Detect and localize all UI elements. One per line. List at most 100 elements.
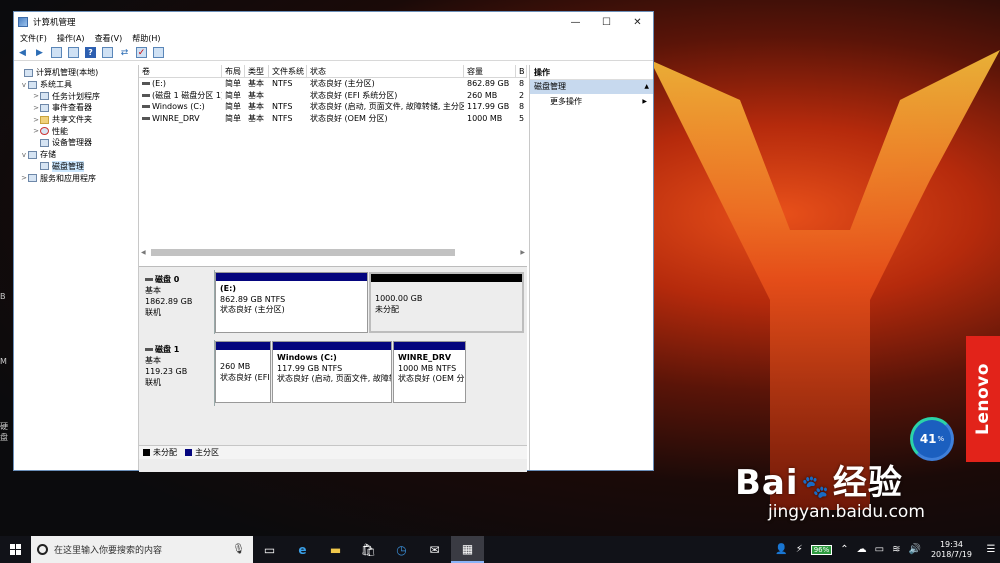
menu-help[interactable]: 帮助(H) — [132, 33, 160, 44]
tree-expander[interactable]: > — [32, 127, 40, 135]
tree-node-device-manager[interactable]: 设备管理器 — [14, 137, 138, 149]
tree-expander[interactable]: > — [32, 104, 40, 112]
clock-app-icon[interactable]: ◷ — [385, 536, 418, 563]
cortana-icon[interactable] — [37, 544, 48, 555]
wifi-icon[interactable]: ≋ — [892, 544, 900, 555]
tree-label: 服务和应用程序 — [40, 173, 96, 183]
table-row[interactable]: (E:) 简单 基本 NTFS 状态良好 (主分区) 862.89 GB 8 — [139, 78, 527, 90]
scroll-left-icon[interactable]: ◀ — [141, 249, 146, 256]
unallocated-swatch — [143, 449, 150, 456]
notifications-icon[interactable]: ☰ — [982, 544, 1000, 555]
network-icon[interactable]: ▭ — [875, 544, 884, 555]
tree-expander[interactable]: > — [32, 92, 40, 100]
connect-icon[interactable]: ⇄ — [119, 47, 130, 58]
actions-header: 操作 — [530, 65, 653, 80]
show-hide-tree-icon[interactable] — [68, 47, 79, 58]
menu-file[interactable]: 文件(F) — [20, 33, 47, 44]
date: 2018/7/19 — [930, 549, 972, 559]
scrollbar-thumb[interactable] — [151, 248, 455, 256]
power-icon[interactable]: ⚡ — [796, 544, 803, 555]
tree-expander[interactable]: > — [20, 174, 28, 182]
details-icon[interactable] — [153, 47, 164, 58]
horizontal-scrollbar[interactable]: ◀ ▶ — [139, 247, 527, 257]
partition-c[interactable]: Windows (C:) 117.99 GB NTFS 状态良好 (启动, 页面… — [272, 341, 392, 403]
column-header-type[interactable]: 类型 — [245, 65, 269, 77]
back-arrow-icon[interactable]: ◀ — [17, 47, 28, 58]
menu-action[interactable]: 操作(A) — [57, 33, 85, 44]
edge-icon[interactable]: e — [286, 536, 319, 563]
column-header-filesystem[interactable]: 文件系统 — [269, 65, 307, 77]
partition-e[interactable]: (E:) 862.89 GB NTFS 状态良好 (主分区) — [215, 272, 368, 333]
tree-label: 共享文件夹 — [52, 115, 92, 125]
people-icon[interactable]: 👤 — [775, 544, 787, 555]
filesystem-cell: NTFS — [272, 79, 293, 88]
tree-node-system-tools[interactable]: v 系统工具 — [14, 79, 138, 91]
title-bar[interactable]: 计算机管理 — ☐ ✕ — [14, 12, 653, 32]
cloud-icon[interactable]: ☁ — [857, 544, 867, 555]
disk-0-info[interactable]: 磁盘 0 基本 1862.89 GB 联机 — [139, 270, 215, 334]
minimize-button[interactable]: — — [560, 12, 591, 32]
event-icon — [40, 103, 49, 112]
more-actions-item[interactable]: 更多操作 ▶ — [530, 94, 653, 109]
checkmark-icon[interactable]: ✓ — [136, 47, 147, 58]
collapse-icon[interactable]: ▲ — [644, 80, 649, 94]
tree-node-performance[interactable]: > 性能 — [14, 125, 138, 137]
computer-management-taskbar-icon[interactable]: ▦ — [451, 536, 484, 563]
tree-node-event-viewer[interactable]: > 事件查看器 — [14, 102, 138, 114]
partition-unallocated[interactable]: 1000.00 GB 未分配 — [369, 272, 524, 333]
search-box[interactable]: 在这里输入你要搜索的内容 🎙 — [31, 536, 253, 563]
close-button[interactable]: ✕ — [622, 12, 653, 32]
disk-1-info[interactable]: 磁盘 1 基本 119.23 GB 联机 — [139, 340, 215, 406]
tree-expander[interactable]: v — [20, 81, 28, 89]
file-explorer-icon[interactable]: ▬ — [319, 536, 352, 563]
start-button[interactable] — [0, 536, 31, 563]
tree-node-storage[interactable]: v 存储 — [14, 149, 138, 161]
folder-icon — [40, 115, 49, 124]
disk-icon — [145, 348, 153, 351]
table-row[interactable]: WINRE_DRV 简单 基本 NTFS 状态良好 (OEM 分区) 1000 … — [139, 113, 527, 125]
volume-icon — [142, 93, 150, 97]
table-row[interactable]: Windows (C:) 简单 基本 NTFS 状态良好 (启动, 页面文件, … — [139, 101, 527, 113]
up-folder-icon[interactable] — [51, 47, 62, 58]
tree-node-shared-folders[interactable]: > 共享文件夹 — [14, 114, 138, 126]
column-header-status[interactable]: 状态 — [307, 65, 464, 77]
tree-node-services-apps[interactable]: > 服务和应用程序 — [14, 172, 138, 184]
column-header-free[interactable]: B — [516, 65, 527, 77]
tree-label: 性能 — [52, 126, 68, 136]
system-tray: 👤 ⚡ 96% ⌃ ☁ ▭ ≋ 🔊 19:34 2018/7/19 ☰ — [771, 540, 1000, 560]
time: 19:34 — [939, 539, 964, 549]
properties-icon[interactable] — [102, 47, 113, 58]
tree-node-root[interactable]: 计算机管理(本地) — [14, 67, 138, 79]
column-header-volume[interactable]: 卷 — [139, 65, 222, 77]
table-row[interactable]: (磁盘 1 磁盘分区 1) 简单 基本 状态良好 (EFI 系统分区) 260 … — [139, 90, 527, 102]
volume-icon — [142, 82, 150, 85]
menu-view[interactable]: 查看(V) — [95, 33, 123, 44]
partition-winre[interactable]: WINRE_DRV 1000 MB NTFS 状态良好 (OEM 分 — [393, 341, 466, 403]
tree-expander[interactable]: > — [32, 116, 40, 124]
task-view-icon[interactable]: ▭ — [253, 536, 286, 563]
tree-node-task-scheduler[interactable]: > 任务计划程序 — [14, 90, 138, 102]
computer-management-icon — [18, 17, 28, 27]
column-header-layout[interactable]: 布局 — [222, 65, 245, 77]
tree-node-disk-management[interactable]: 磁盘管理 — [14, 160, 138, 173]
type-cell: 基本 — [248, 102, 264, 112]
chevron-up-icon[interactable]: ⌃ — [840, 544, 848, 555]
clock[interactable]: 19:34 2018/7/19 — [931, 540, 972, 560]
forward-arrow-icon[interactable]: ▶ — [34, 47, 45, 58]
store-icon[interactable]: 🛍 — [352, 536, 385, 563]
actions-section-disk-management[interactable]: 磁盘管理 ▲ — [530, 80, 653, 94]
primary-swatch — [185, 449, 192, 456]
help-icon[interactable]: ? — [85, 47, 96, 58]
toolbar: ◀ ▶ ? ⇄ ✓ — [14, 45, 653, 61]
column-header-capacity[interactable]: 容量 — [464, 65, 516, 77]
volume-icon[interactable]: 🔊 — [909, 544, 921, 555]
volume-name: WINRE_DRV — [152, 114, 200, 124]
mail-icon[interactable]: ✉ — [418, 536, 451, 563]
battery-indicator[interactable]: 96% — [810, 544, 833, 555]
maximize-button[interactable]: ☐ — [591, 12, 622, 32]
partition-efi[interactable]: 260 MB 状态良好 (EFI — [215, 341, 271, 403]
disk-size: 119.23 GB — [145, 367, 188, 376]
tree-expander[interactable]: v — [20, 151, 28, 159]
microphone-icon[interactable]: 🎙 — [232, 544, 245, 555]
scroll-right-icon[interactable]: ▶ — [520, 249, 525, 256]
